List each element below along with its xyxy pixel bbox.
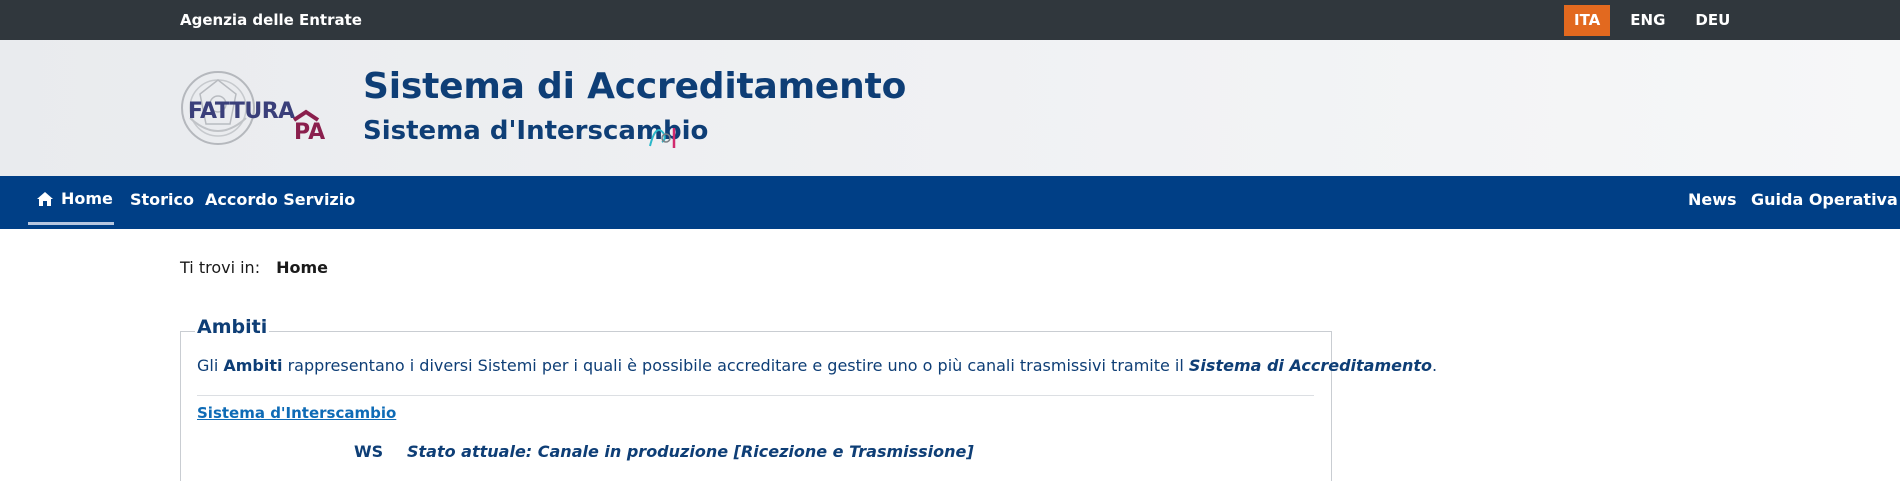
page-header: FATTURA PA Sistema di Accreditamento Sis… [0, 40, 1900, 176]
desc-text-2: rappresentano i diversi Sistemi per i qu… [282, 356, 1189, 375]
main-navbar: Home Storico Accordo Servizio News Guida… [0, 176, 1900, 229]
ambiti-description: Gli Ambiti rappresentano i diversi Siste… [197, 356, 1437, 375]
nav-accordo-servizio[interactable]: Accordo Servizio [205, 176, 355, 229]
top-bar: Agenzia delle Entrate ITA ENG DEU [0, 0, 1900, 40]
ws-status: Stato attuale: Canale in produzione [Ric… [407, 442, 974, 461]
desc-italic: Sistema di Accreditamento [1188, 356, 1433, 375]
logo-pa-text: PA [294, 120, 325, 145]
desc-bold: Ambiti [223, 356, 283, 375]
breadcrumb-prefix: Ti trovi in: [180, 258, 261, 277]
logo-text: FATTURA [188, 99, 295, 124]
home-icon [37, 192, 53, 206]
sdi-logo-icon [649, 128, 676, 148]
nav-home-label: Home [61, 189, 113, 208]
panel-divider [197, 395, 1314, 396]
lang-deu[interactable]: DEU [1685, 5, 1740, 36]
lang-ita[interactable]: ITA [1564, 5, 1611, 36]
agency-name[interactable]: Agenzia delle Entrate [180, 0, 362, 40]
language-selector: ITA ENG DEU [1564, 5, 1750, 36]
desc-text-1: Gli [197, 356, 224, 375]
ws-label: WS [354, 442, 384, 461]
breadcrumb: Ti trovi in: Home [180, 258, 328, 277]
lang-eng[interactable]: ENG [1620, 5, 1675, 36]
nav-news[interactable]: News [1688, 176, 1737, 229]
page-title: Sistema di Accreditamento [363, 66, 907, 107]
nav-home[interactable]: Home [28, 176, 114, 225]
fatturapa-logo[interactable]: FATTURA PA [178, 66, 338, 152]
nav-guida-operativa[interactable]: Guida Operativa [1751, 176, 1898, 229]
breadcrumb-current: Home [276, 258, 328, 277]
ambiti-legend: Ambiti [195, 316, 270, 338]
link-sistema-interscambio[interactable]: Sistema d'Interscambio [197, 404, 396, 422]
nav-storico[interactable]: Storico [130, 176, 194, 229]
desc-text-3: . [1432, 356, 1438, 375]
